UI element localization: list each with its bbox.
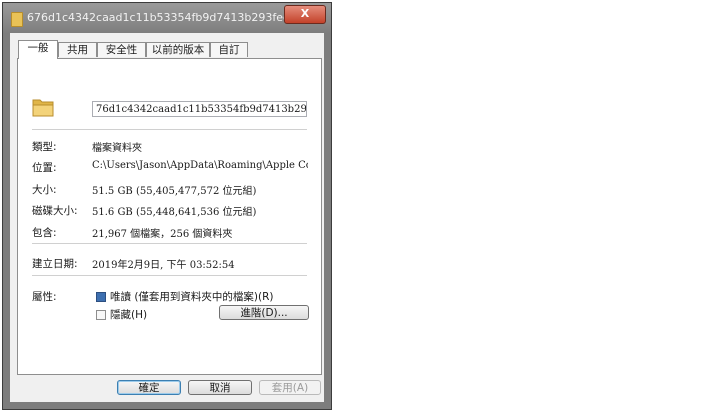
contains-label: 包含: <box>32 227 57 239</box>
hidden-label[interactable]: 隱藏(H) <box>110 307 147 322</box>
cancel-button[interactable]: 取消 <box>188 380 252 395</box>
readonly-label[interactable]: 唯讀 (僅套用到資料夾中的檔案)(R) <box>110 289 274 304</box>
tab-previous-versions[interactable]: 以前的版本 <box>146 42 210 57</box>
location-label: 位置: <box>32 162 57 174</box>
size-value: 51.5 GB (55,405,477,572 位元組) <box>92 186 257 197</box>
location-value: C:\Users\Jason\AppData\Roaming\Apple Com… <box>92 160 308 171</box>
ok-button[interactable]: 確定 <box>117 380 181 395</box>
advanced-button[interactable]: 進階(D)... <box>219 305 309 320</box>
title-bar[interactable]: 676d1c4342caad1c11b53354fb9d7413b293fed2… <box>3 3 331 33</box>
size-on-disk-label: 磁碟大小: <box>32 205 78 217</box>
tab-security[interactable]: 安全性 <box>97 42 146 57</box>
tab-sharing[interactable]: 共用 <box>58 42 97 57</box>
dialog-client: 一般 共用 安全性 以前的版本 自訂 76d1c4342caad1c11b533… <box>10 33 324 402</box>
close-button[interactable]: X <box>284 5 326 24</box>
folder-name-field[interactable]: 76d1c4342caad1c11b53354fb9d7413b293fed2 … <box>92 101 307 117</box>
size-label: 大小: <box>32 184 57 196</box>
folder-large-icon <box>32 99 54 117</box>
apply-button[interactable]: 套用(A) <box>259 380 321 395</box>
tab-general[interactable]: 一般 <box>18 40 58 59</box>
window-title: 676d1c4342caad1c11b53354fb9d7413b293fed2… <box>27 11 316 24</box>
hidden-checkbox[interactable] <box>96 310 106 320</box>
properties-window: 676d1c4342caad1c11b53354fb9d7413b293fed2… <box>2 2 332 410</box>
separator <box>32 275 307 276</box>
type-value: 檔案資料夾 <box>92 143 142 154</box>
attributes-label: 屬性: <box>32 291 57 303</box>
separator <box>32 243 307 244</box>
general-panel: 76d1c4342caad1c11b53354fb9d7413b293fed2 … <box>17 58 322 375</box>
folder-icon <box>11 12 23 27</box>
separator <box>32 129 307 130</box>
size-on-disk-value: 51.6 GB (55,448,641,536 位元組) <box>92 207 257 218</box>
created-value: 2019年2月9日, 下午 03:52:54 <box>92 260 235 271</box>
contains-value: 21,967 個檔案，256 個資料夾 <box>92 229 233 240</box>
tab-customize[interactable]: 自訂 <box>210 42 248 57</box>
created-label: 建立日期: <box>32 258 78 270</box>
readonly-checkbox[interactable] <box>96 292 106 302</box>
type-label: 類型: <box>32 141 57 153</box>
